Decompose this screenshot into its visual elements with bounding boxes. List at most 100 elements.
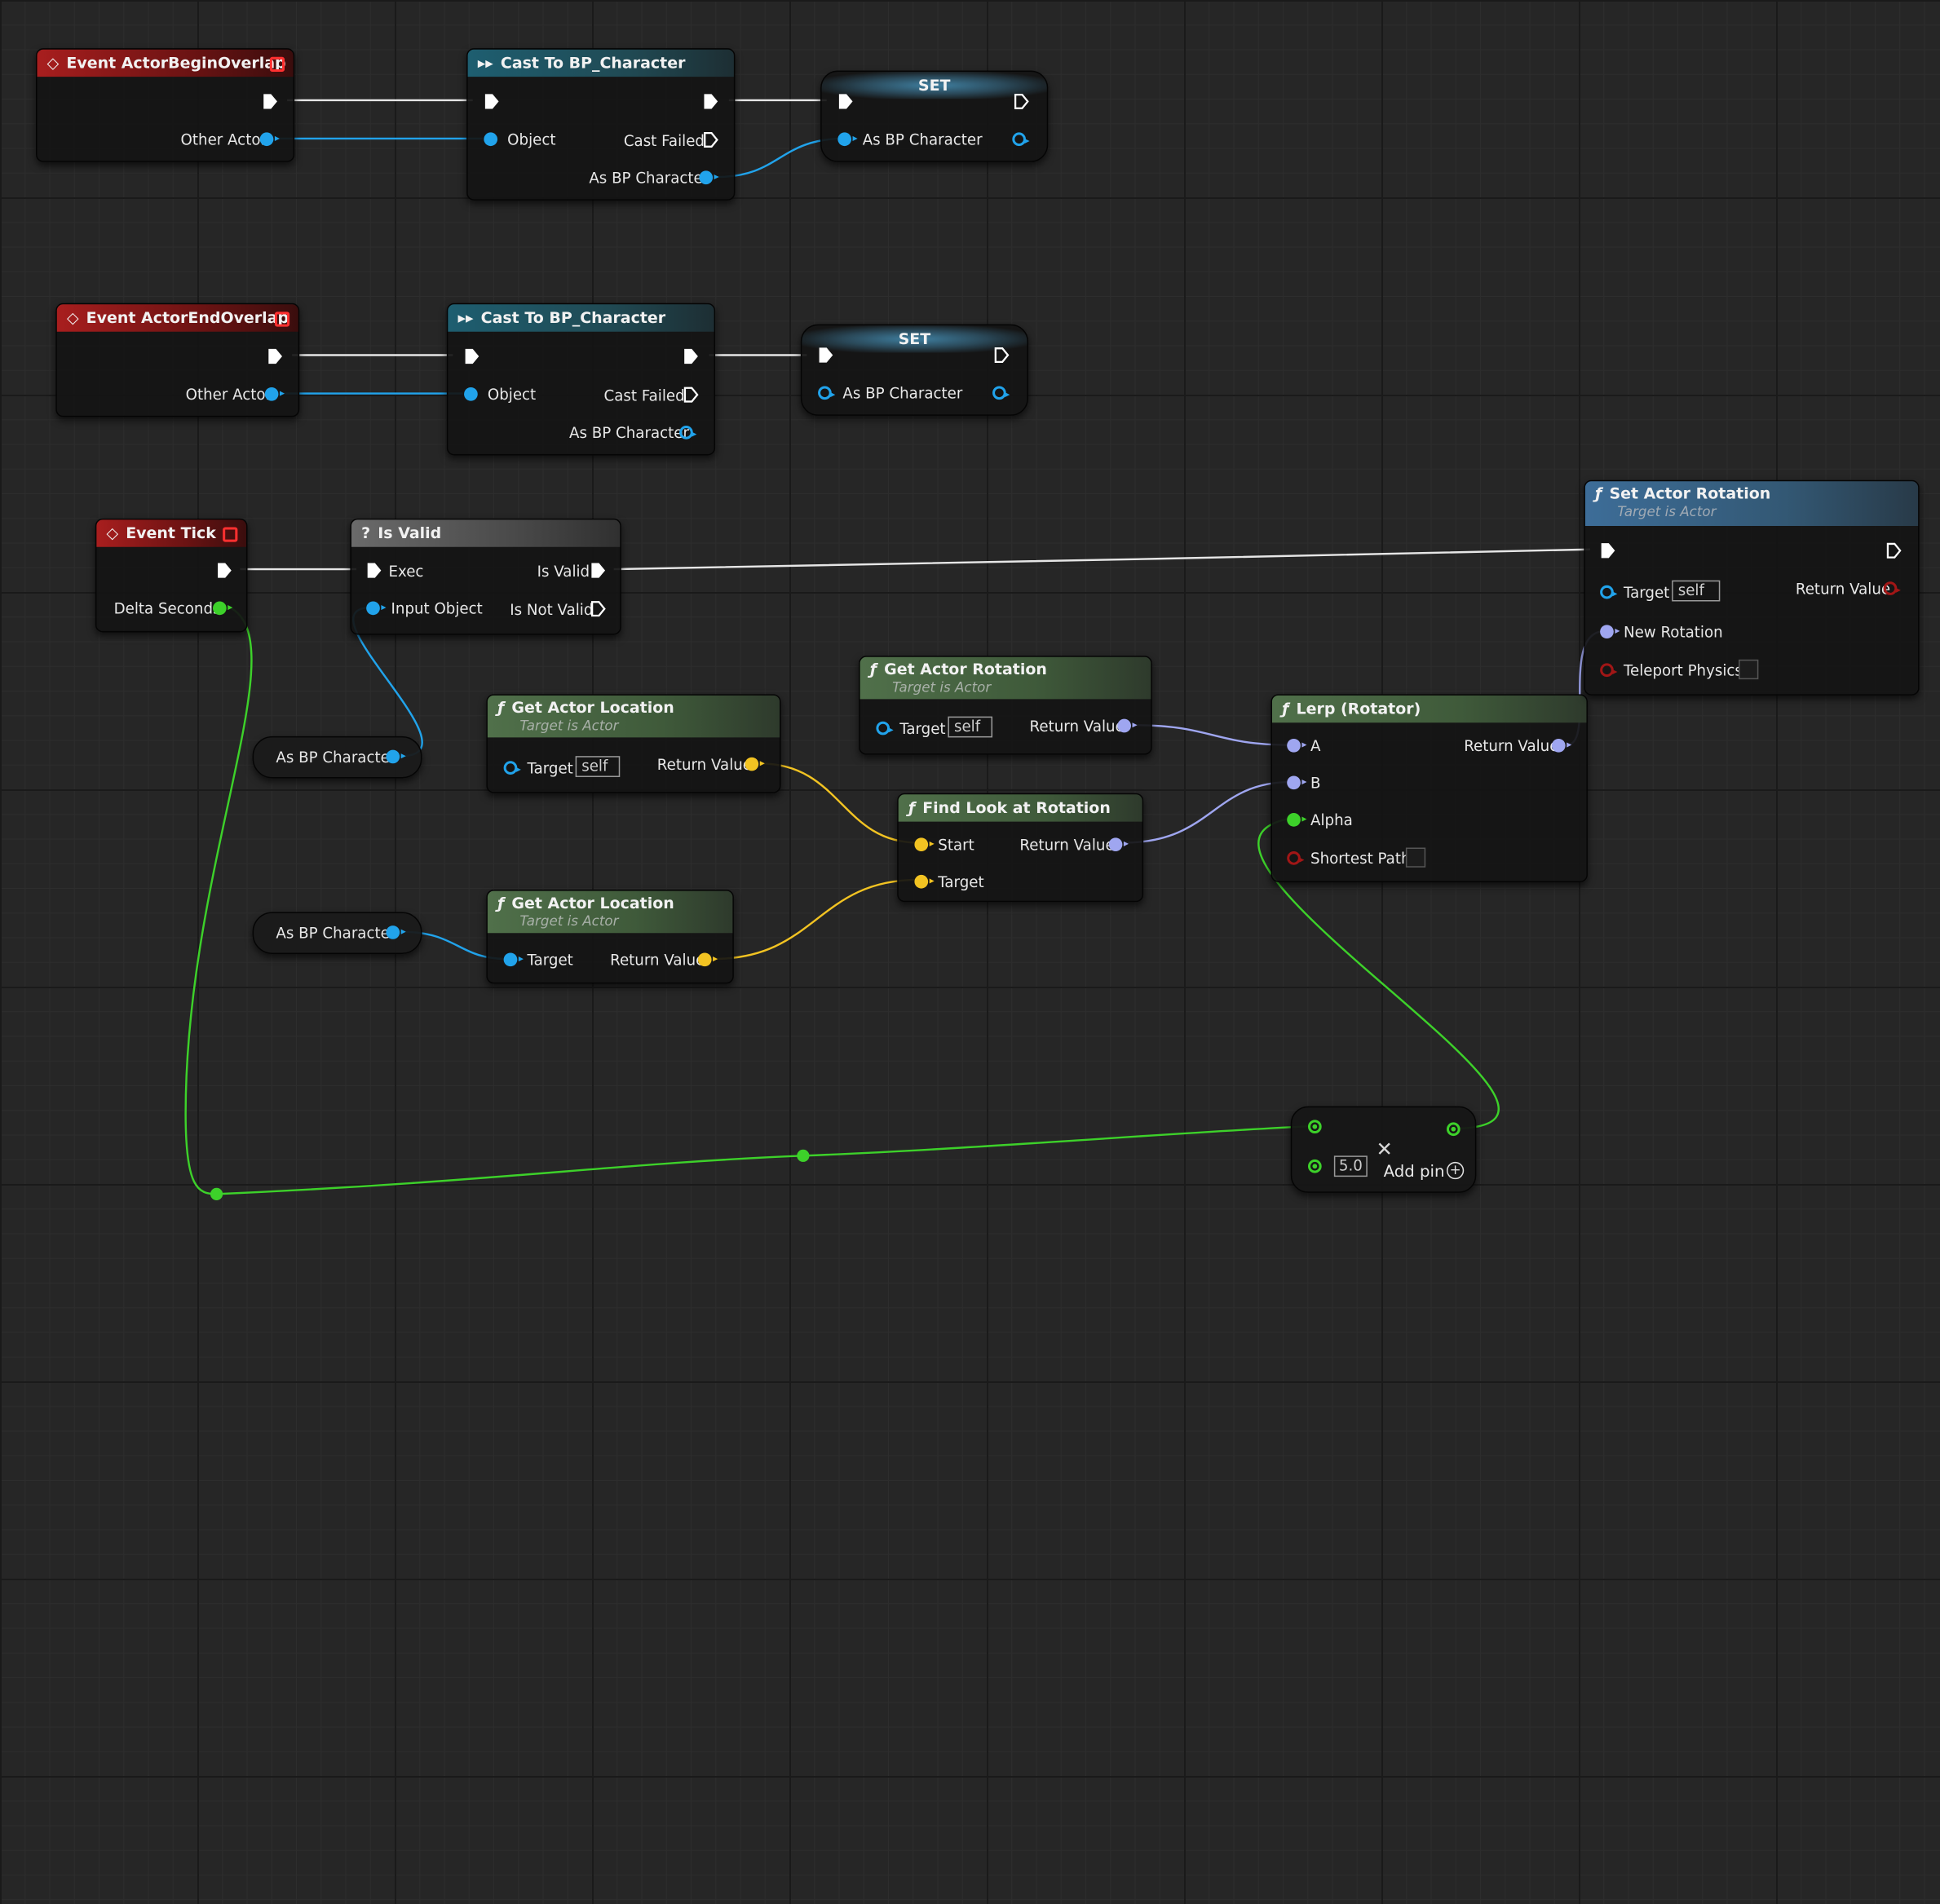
exec-out-pin[interactable] [994,347,1010,364]
teleport-physics-checkbox[interactable] [1739,659,1759,680]
object-pin[interactable] [464,387,478,401]
return-value-pin[interactable] [1117,718,1138,733]
node-header: ◇ Event Tick [96,519,246,547]
delegate-pin-icon[interactable] [274,311,290,327]
variable-label: As BP Character [276,749,396,766]
return-value-pin[interactable] [1551,738,1572,753]
get-actor-location-node-2[interactable]: ƒ Get Actor Location Target is Actor Targe… [486,890,734,984]
object-pin[interactable] [484,132,498,147]
event-actor-begin-overlap-node[interactable]: ◇ Event ActorBeginOverlap Other Actor [36,48,295,162]
exec-in-pin[interactable] [464,347,480,364]
a-pin[interactable] [1287,738,1307,753]
target-pin[interactable] [914,874,935,889]
get-actor-rotation-node[interactable]: ƒ Get Actor Rotation Target is Actor Targe… [859,656,1152,755]
exec-out-pin[interactable] [217,562,233,579]
other-actor-pin[interactable] [259,132,280,147]
is-valid-node[interactable]: ? Is Valid Exec Is Valid Input Object Is … [350,518,621,635]
delegate-pin-icon[interactable] [269,56,285,73]
return-value-pin[interactable] [1108,837,1129,852]
get-actor-location-node-1[interactable]: ƒ Get Actor Location Target is Actor Targe… [486,694,781,793]
cast-to-bp-character-node-1[interactable]: ▸▸ Cast To BP_Character Object Cast Faile… [466,48,736,201]
as-bp-character-variable-get-1[interactable]: As BP Character [252,736,422,779]
set-actor-rotation-node[interactable]: ƒ Set Actor Rotation Target is Actor Targe… [1584,479,1920,696]
exec-in-pin[interactable] [818,347,834,364]
exec-in-pin[interactable] [366,562,382,579]
exec-in-pin[interactable] [484,93,500,110]
is-not-valid-exec-pin[interactable] [590,600,607,617]
multiply-float-node[interactable]: ✕ 5.0 Add pin + [1290,1106,1477,1193]
return-value-label: Return Value [610,951,705,970]
set-as-bp-character-node-2[interactable]: SET As BP Character [800,324,1029,416]
b-pin[interactable] [1287,775,1307,790]
as-bp-character-out-pin[interactable] [1012,132,1030,147]
target-self-field[interactable]: self [575,756,621,777]
blueprint-graph-canvas[interactable]: ◇ Event ActorBeginOverlap Other Actor ▸▸ C… [0,0,1940,1904]
delta-seconds-pin[interactable] [213,601,233,616]
add-pin-label[interactable]: Add pin [1384,1164,1445,1182]
reroute-knot-2 [797,1149,810,1162]
is-valid-exec-pin[interactable] [590,562,607,579]
exec-out-pin[interactable] [703,93,719,110]
cast-to-bp-character-node-2[interactable]: ▸▸ Cast To BP_Character Object Cast Faile… [446,303,716,456]
return-value-pin[interactable] [697,952,718,967]
as-bp-character-out-pin[interactable] [992,386,1010,400]
exec-label: Exec [388,563,424,581]
event-tick-node[interactable]: ◇ Event Tick Delta Seconds [95,518,248,633]
return-value-pin[interactable] [1883,581,1901,595]
input-b-value-field[interactable]: 5.0 [1333,1155,1368,1177]
node-header: ƒ Get Actor Rotation Target is Actor [860,656,1151,700]
reroute-knot-1 [210,1187,223,1200]
set-as-bp-character-node-1[interactable]: SET As BP Character [820,70,1049,162]
input-object-pin[interactable] [366,601,387,616]
multiply-icon: ✕ [1376,1137,1393,1161]
node-header: ▸▸ Cast To BP_Character [467,49,734,77]
input-b-pin[interactable] [1307,1159,1322,1173]
input-a-pin[interactable] [1307,1120,1322,1134]
add-pin-icon[interactable]: + [1446,1161,1465,1180]
lerp-rotator-node[interactable]: ƒ Lerp (Rotator) A Return Value B Alpha S… [1271,694,1588,882]
shortest-path-checkbox[interactable] [1405,847,1426,868]
function-icon: ƒ [497,893,505,912]
as-bp-character-label: As BP Character [569,424,689,442]
node-header: ▸▸ Cast To BP_Character [448,304,714,332]
other-actor-pin[interactable] [264,387,285,401]
new-rotation-pin[interactable] [1600,625,1620,639]
as-bp-character-pin[interactable] [679,426,697,440]
as-bp-character-in-pin[interactable] [818,386,836,400]
exec-in-pin[interactable] [837,93,854,110]
alpha-pin[interactable] [1287,812,1307,827]
event-actor-end-overlap-node[interactable]: ◇ Event ActorEndOverlap Other Actor [55,303,300,417]
event-diamond-icon: ◇ [66,307,79,327]
other-actor-label: Other Actor [180,130,267,149]
start-pin[interactable] [914,837,935,852]
target-self-field[interactable]: self [1672,580,1721,602]
is-valid-label: Is Valid [537,563,590,581]
exec-out-pin[interactable] [1886,542,1902,559]
target-pin[interactable] [876,721,894,736]
variable-out-pin[interactable] [386,749,406,764]
alpha-label: Alpha [1310,811,1353,829]
find-look-at-rotation-node[interactable]: ƒ Find Look at Rotation Start Return Valu… [897,793,1144,903]
delegate-pin-icon[interactable] [223,527,238,542]
node-header: ◇ Event ActorBeginOverlap [37,49,294,77]
cast-failed-exec-pin[interactable] [703,131,719,148]
exec-out-pin[interactable] [1014,93,1030,110]
exec-in-pin[interactable] [1600,542,1616,559]
teleport-physics-pin[interactable] [1600,663,1618,678]
as-bp-character-in-pin[interactable] [837,132,858,147]
event-diamond-icon: ◇ [46,53,60,73]
cast-failed-exec-pin[interactable] [683,386,700,403]
target-pin[interactable] [503,761,521,775]
as-bp-character-variable-get-2[interactable]: As BP Character [252,912,422,954]
return-value-pin[interactable] [745,757,765,771]
exec-out-pin[interactable] [267,347,284,364]
exec-out-pin[interactable] [683,347,700,364]
target-pin[interactable] [1600,585,1618,599]
output-pin[interactable] [1446,1122,1461,1137]
variable-out-pin[interactable] [386,925,406,939]
shortest-path-pin[interactable] [1287,851,1305,865]
as-bp-character-pin[interactable] [699,170,719,185]
target-pin[interactable] [503,952,524,967]
exec-out-pin[interactable] [263,93,279,110]
target-self-field[interactable]: self [948,716,993,738]
